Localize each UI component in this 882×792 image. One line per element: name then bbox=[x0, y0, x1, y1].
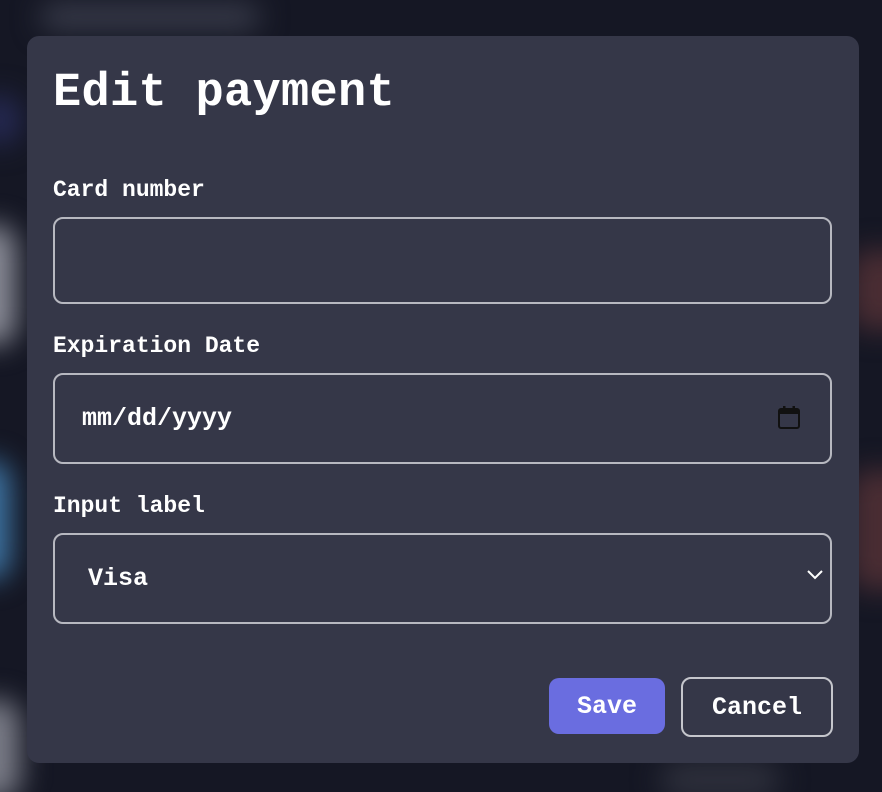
card-number-input[interactable] bbox=[53, 217, 832, 304]
expiration-date-label: Expiration Date bbox=[53, 333, 261, 359]
card-number-label: Card number bbox=[53, 177, 205, 203]
background-blur-shape bbox=[0, 460, 10, 580]
edit-payment-dialog: Edit payment Card number Expiration Date… bbox=[27, 36, 859, 763]
card-type-select[interactable]: Visa bbox=[53, 533, 832, 624]
dialog-title: Edit payment bbox=[53, 67, 396, 120]
cancel-button[interactable]: Cancel bbox=[681, 677, 833, 737]
card-type-selected-value: Visa bbox=[88, 564, 149, 593]
background-blur-shape bbox=[40, 4, 260, 30]
chevron-down-icon bbox=[807, 570, 823, 580]
background-blur-shape bbox=[0, 700, 20, 792]
expiration-date-input[interactable]: mm/dd/yyyy bbox=[53, 373, 832, 464]
background-blur-shape bbox=[0, 95, 20, 145]
card-type-label: Input label bbox=[53, 493, 205, 519]
expiration-date-placeholder: mm/dd/yyyy bbox=[82, 404, 233, 433]
calendar-icon[interactable] bbox=[778, 405, 800, 429]
background-blur-shape bbox=[0, 225, 16, 345]
background-blur-shape bbox=[660, 760, 780, 792]
save-button[interactable]: Save bbox=[549, 678, 665, 734]
